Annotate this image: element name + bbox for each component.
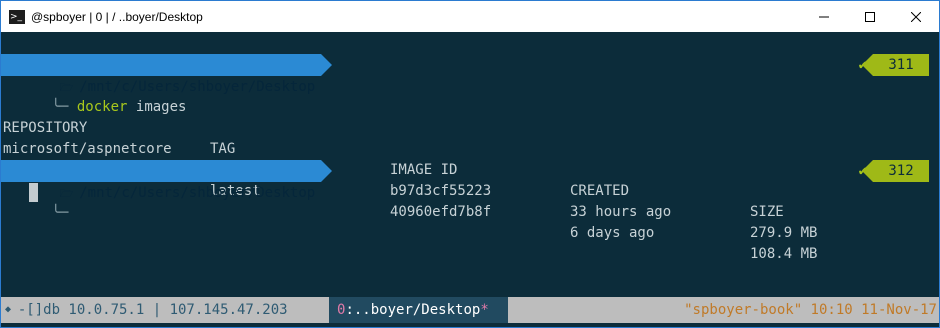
cell-size: 108.4 MB (750, 246, 818, 262)
tmux-status-bar: ◆ -[]db 10.0.75.1 | 107.145.47.203 0:..b… (1, 297, 939, 323)
prompt-path-segment: 🗁/mnt/c/Users/shboyer/Desktop (1, 160, 333, 201)
window-title: @spboyer | 0 | / ..boyer/Desktop (31, 9, 203, 24)
terminal-output[interactable]: 🗁/mnt/c/Users/shboyer/Desktop ✔ 311 ╰─ d… (1, 32, 939, 297)
table-header-row: REPOSITORY TAG IMAGE ID CREATED SIZE (1, 97, 939, 220)
maximize-button[interactable] (847, 1, 893, 32)
window-active-flag: * (480, 302, 489, 318)
window-name: ..boyer/Desktop (353, 302, 481, 318)
prompt-path: /mnt/c/Users/shboyer/Desktop (79, 185, 316, 201)
text-cursor (29, 183, 38, 202)
terminal-window: >_ @spboyer | 0 | / ..boyer/Desktop 🗁/mn… (0, 0, 940, 328)
status-right-info: "spboyer-book" 10:10 11-Nov-17 (684, 302, 937, 318)
cell-image-id: 40960efd7b8f (390, 204, 492, 220)
prompt-path-segment: 🗁/mnt/c/Users/shboyer/Desktop (1, 54, 333, 95)
cell-created: 33 hours ago (570, 204, 672, 220)
history-counter: 311 (862, 54, 929, 76)
window-controls (801, 1, 939, 32)
header-image-id: IMAGE ID (390, 162, 458, 178)
maximize-icon (865, 11, 875, 22)
terminal-app-icon: >_ (9, 9, 25, 24)
history-counter: 312 (862, 160, 929, 182)
header-created: CREATED (570, 183, 630, 199)
prompt-corner-glyph: ╰─ (51, 205, 69, 221)
close-icon (911, 11, 921, 22)
close-button[interactable] (893, 1, 939, 32)
active-window-tab[interactable]: 0:..boyer/Desktop* (329, 297, 508, 323)
table-row: nginx latest 40960efd7b8f 6 days ago 108… (1, 139, 939, 262)
minimize-icon (819, 16, 829, 17)
cell-size: 279.9 MB (750, 225, 818, 241)
table-row: microsoft/aspnetcore 2 b97d3cf55223 33 h… (1, 118, 939, 241)
window-separator: : (345, 302, 354, 318)
cell-image-id: b97d3cf55223 (390, 183, 492, 199)
bottom-strip (1, 323, 939, 327)
title-bar[interactable]: >_ @spboyer | 0 | / ..boyer/Desktop (1, 1, 939, 32)
status-left-info: -[]db 10.0.75.1 | 107.145.47.203 (1, 302, 297, 318)
command-line: ╰─ docker images (1, 76, 187, 115)
cell-created: 6 days ago (570, 225, 655, 241)
header-size: SIZE (750, 204, 784, 220)
minimize-button[interactable] (801, 1, 847, 32)
